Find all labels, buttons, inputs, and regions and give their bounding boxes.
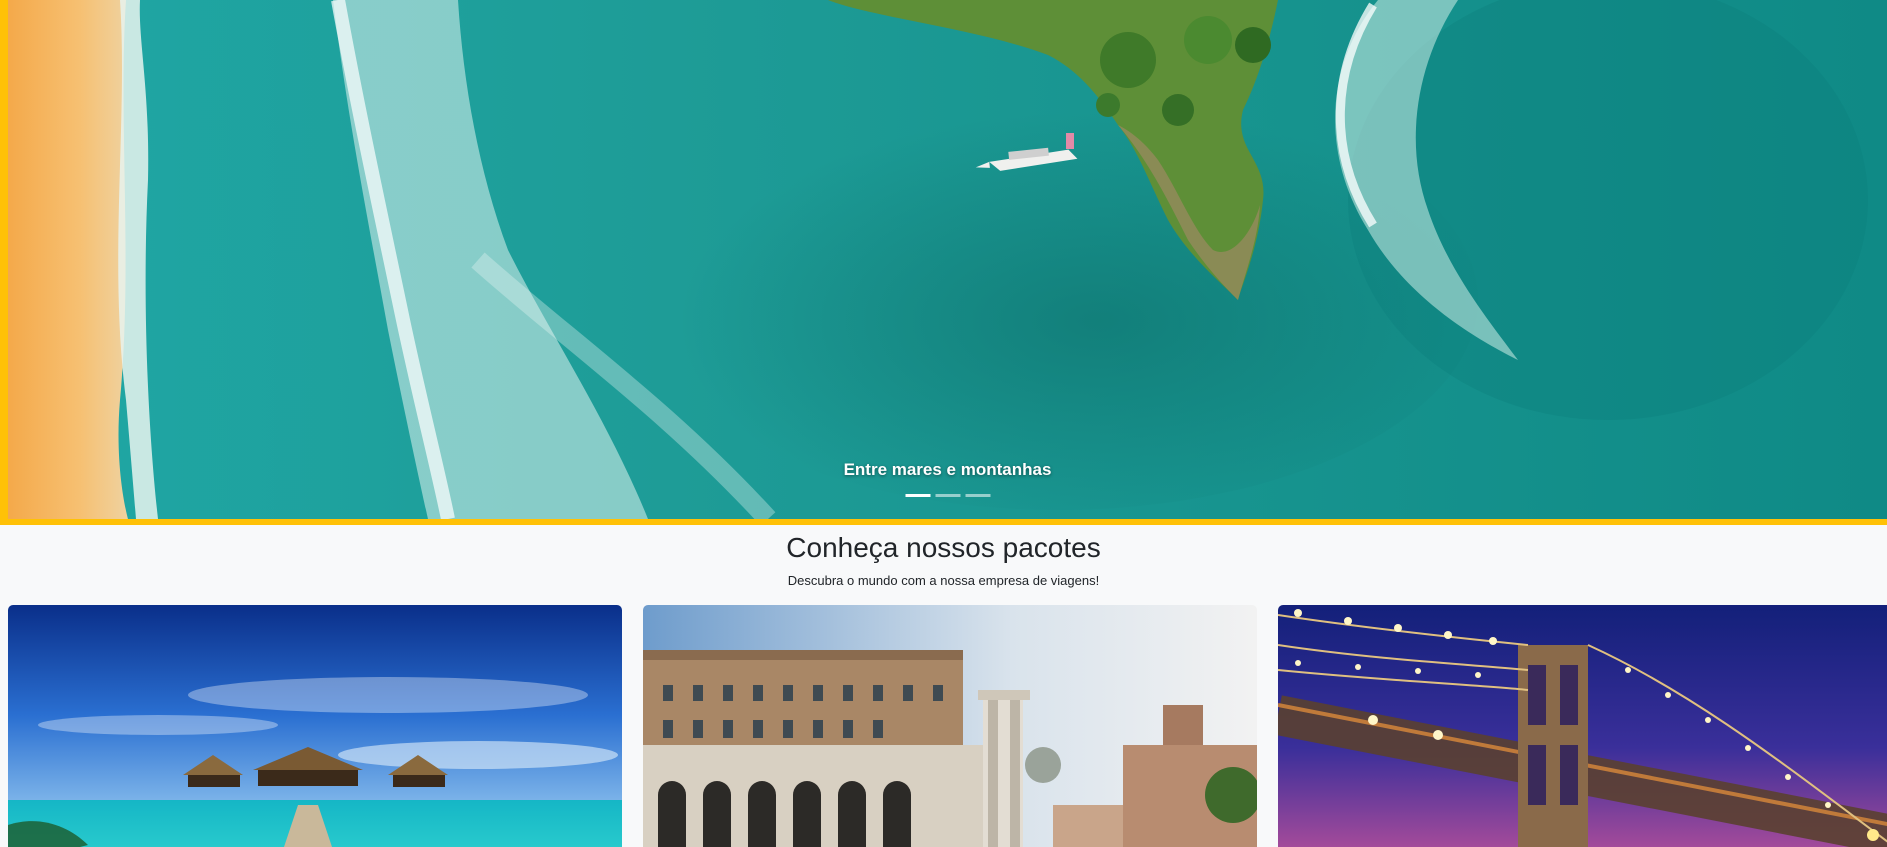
hero-carousel: Entre mares e montanhas (0, 0, 1887, 525)
package-card-tropical[interactable] (8, 605, 622, 847)
carousel-caption: Entre mares e montanhas (843, 460, 1052, 479)
carousel-indicator-1[interactable] (905, 494, 930, 497)
section-title: Conheça nossos pacotes (786, 532, 1101, 563)
card-image-tropical-huts (8, 605, 622, 847)
card-image-brooklyn-bridge (1278, 605, 1887, 847)
section-subtitle: Descubra o mundo com a nossa empresa de … (787, 573, 1100, 588)
carousel-indicator-3[interactable] (965, 494, 990, 497)
carousel-indicator-2[interactable] (935, 494, 960, 497)
package-card-rome[interactable] (643, 605, 1257, 847)
package-cards (8, 605, 1887, 847)
card-image-rome-ruins (643, 605, 1257, 847)
carousel-indicators (905, 494, 990, 497)
carousel-image-beach-aerial (8, 0, 1887, 519)
package-card-new-york[interactable] (1278, 605, 1887, 847)
page: Entre mares e montanhas Conheça nossos p… (0, 0, 1887, 847)
